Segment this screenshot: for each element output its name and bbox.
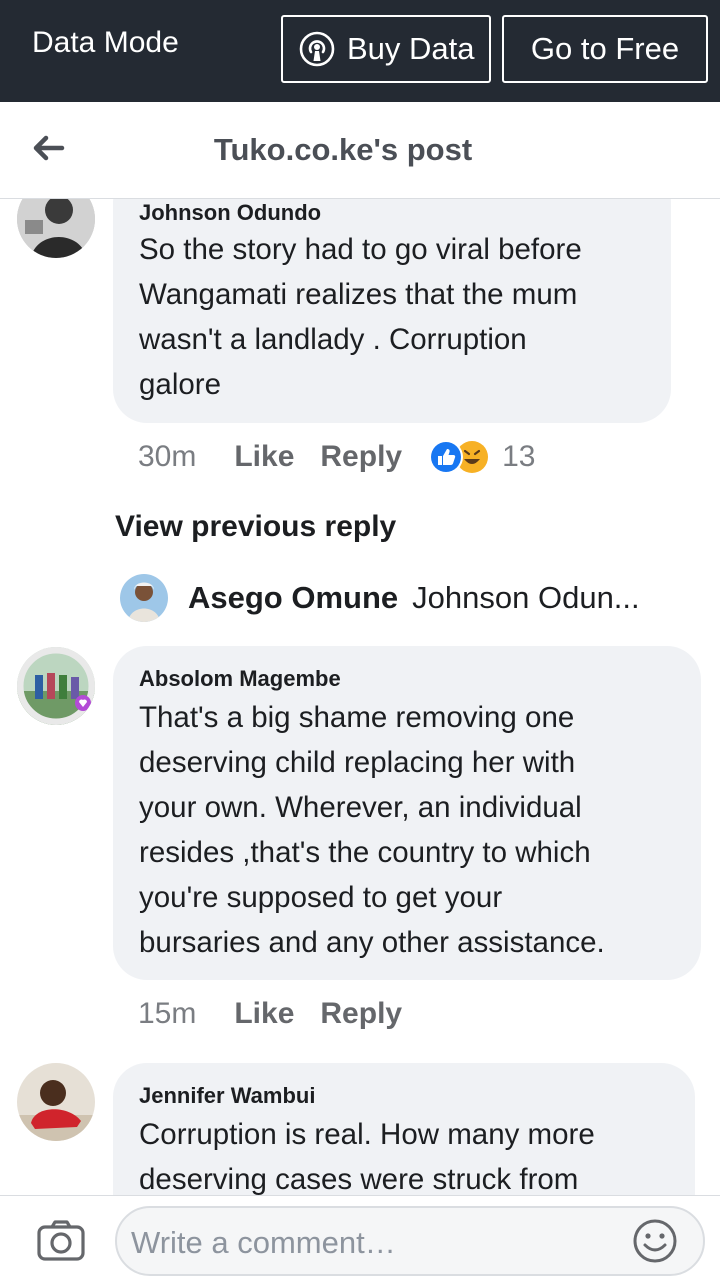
- data-mode-bar: Data Mode Buy Data Go to Free: [0, 0, 720, 102]
- comment-composer: Write a comment…: [0, 1195, 720, 1286]
- page-title: Tuko.co.ke's post: [213, 132, 473, 167]
- buy-data-button[interactable]: Buy Data: [281, 15, 491, 83]
- comment-actions: 15m Like Reply: [138, 997, 428, 1031]
- like-button[interactable]: Like: [234, 997, 294, 1031]
- comment-input[interactable]: Write a comment…: [115, 1206, 705, 1276]
- broadcast-icon: [299, 31, 335, 67]
- reactions-summary[interactable]: 13: [428, 439, 535, 475]
- reply-author[interactable]: Asego Omune: [188, 580, 398, 616]
- avatar[interactable]: [17, 199, 95, 258]
- comment-bubble[interactable]: Jennifer Wambui Corruption is real. How …: [113, 1063, 695, 1195]
- avatar[interactable]: [17, 647, 95, 725]
- data-mode-label: Data Mode: [32, 26, 179, 59]
- comment-time: 30m: [138, 440, 197, 473]
- comment-time: 15m: [138, 997, 197, 1030]
- comment-text: So the story had to go viral before Wang…: [139, 233, 582, 401]
- post-header: Tuko.co.ke's post: [0, 102, 720, 199]
- comment-bubble[interactable]: Johnson Odundo So the story had to go vi…: [113, 199, 671, 423]
- avatar[interactable]: [120, 574, 168, 622]
- person-photo-icon: [17, 199, 95, 258]
- reply-button[interactable]: Reply: [320, 440, 402, 474]
- avatar[interactable]: [17, 1063, 95, 1141]
- comment-text: That's a big shame removing one deservin…: [139, 701, 605, 959]
- view-previous-reply-link[interactable]: View previous reply: [115, 510, 396, 544]
- like-button[interactable]: Like: [234, 440, 294, 474]
- comment-author[interactable]: Jennifer Wambui: [139, 1083, 315, 1109]
- reply-preview[interactable]: Asego Omune Johnson Odun...: [120, 574, 640, 622]
- reaction-count: 13: [502, 440, 536, 473]
- person-photo-icon: [120, 574, 168, 622]
- comment-text: Corruption is real. How many more deserv…: [139, 1118, 595, 1195]
- comment-author[interactable]: Absolom Magembe: [139, 666, 341, 692]
- comment-bubble[interactable]: Absolom Magembe That's a big shame remov…: [113, 646, 701, 980]
- comment-author[interactable]: Johnson Odundo: [139, 200, 321, 226]
- buy-data-label: Buy Data: [347, 31, 475, 66]
- comment-placeholder: Write a comment…: [131, 1225, 396, 1260]
- reply-snippet: Johnson Odun...: [412, 580, 640, 615]
- like-haha-reactions-icon: [429, 440, 489, 474]
- camera-icon[interactable]: [36, 1220, 86, 1262]
- comment-actions: 30m Like Reply 13: [138, 439, 535, 475]
- child-photo-icon: [17, 1063, 95, 1141]
- go-to-free-button[interactable]: Go to Free: [502, 15, 708, 83]
- reply-button[interactable]: Reply: [320, 997, 402, 1031]
- go-to-free-label: Go to Free: [530, 31, 680, 66]
- group-photo-icon: [17, 647, 95, 725]
- comment-feed[interactable]: Johnson Odundo So the story had to go vi…: [0, 199, 720, 1195]
- emoji-icon[interactable]: [631, 1217, 679, 1265]
